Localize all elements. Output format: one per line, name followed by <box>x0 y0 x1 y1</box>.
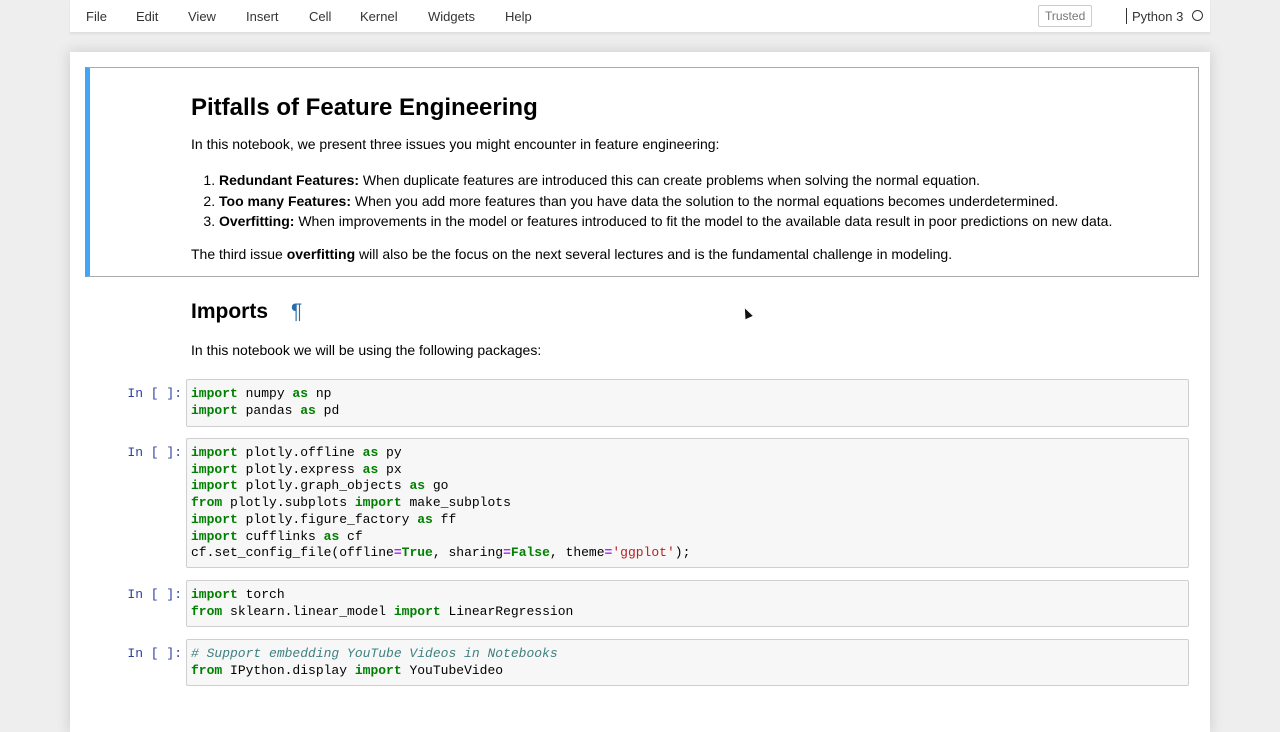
code-token: YouTubeVideo <box>401 662 504 678</box>
code-token: import <box>354 662 402 678</box>
code-token: make_subplots <box>401 495 511 511</box>
cell-prompt: In [ ]: <box>127 445 182 460</box>
menu-insert[interactable]: Insert <box>246 9 279 24</box>
menu-edit[interactable]: Edit <box>136 9 158 24</box>
code-token: import <box>191 528 238 544</box>
code-line: from IPython.display import YouTubeVideo <box>191 663 503 680</box>
code-token: plotly.subplots <box>222 495 355 511</box>
code-token: from <box>191 495 223 511</box>
menu-bar: File Edit View Insert Cell Kernel Widget… <box>70 0 1210 33</box>
code-cell-plotly[interactable]: import plotly.offline as py import plotl… <box>186 438 1189 568</box>
code-token: import <box>191 478 238 494</box>
code-token: numpy <box>237 386 293 401</box>
list-item: Overfitting: When improvements in the mo… <box>219 211 1112 232</box>
menu-kernel[interactable]: Kernel <box>360 9 398 24</box>
code-line: import plotly.express as px <box>191 462 402 479</box>
code-token: pandas <box>237 402 301 418</box>
code-line: from plotly.subplots import make_subplot… <box>191 495 511 512</box>
code-token: # Support embedding YouTube Videos in No… <box>191 646 558 661</box>
notebook-title: Pitfalls of Feature Engineering <box>191 94 538 121</box>
code-token: as <box>362 461 379 477</box>
code-token: plotly.graph_objects <box>237 478 410 494</box>
anchor-link-icon[interactable]: ¶ <box>291 300 302 324</box>
list-item: Redundant Features: When duplicate featu… <box>219 170 1112 191</box>
code-token: LinearRegression <box>440 603 574 619</box>
code-token: False <box>510 545 550 561</box>
code-token: as <box>292 386 309 401</box>
menu-file[interactable]: File <box>86 9 107 24</box>
menu-cell[interactable]: Cell <box>309 9 331 24</box>
code-token: np <box>308 386 332 401</box>
code-token: as <box>362 445 379 460</box>
code-token: import <box>393 603 441 619</box>
code-token: from <box>191 662 223 678</box>
trusted-indicator[interactable]: Trusted <box>1038 5 1093 27</box>
code-token: torch <box>237 587 285 602</box>
code-token: = <box>503 545 511 561</box>
code-token: import <box>191 386 238 401</box>
markdown-cell-intro[interactable]: Pitfalls of Feature Engineering In this … <box>85 67 1199 277</box>
kernel-idle-icon <box>1192 10 1203 21</box>
code-line: # Support embedding YouTube Videos in No… <box>191 646 558 663</box>
code-token: plotly.offline <box>237 445 363 460</box>
code-token: as <box>417 511 433 527</box>
code-line: import pandas as pd <box>191 403 339 420</box>
intro-closing: The third issue overfitting will also be… <box>191 246 953 262</box>
code-cell-numpy-pandas[interactable]: import numpy as np import pandas as pd <box>186 379 1189 427</box>
code-line: import cufflinks as cf <box>191 529 363 546</box>
code-line: import numpy as np <box>191 386 331 403</box>
code-cell-torch-sklearn[interactable]: import torch from sklearn.linear_model i… <box>186 580 1189 627</box>
code-token: from <box>191 603 223 619</box>
menu-view[interactable]: View <box>188 9 216 24</box>
code-token: import <box>191 587 238 602</box>
code-line: import plotly.graph_objects as go <box>191 478 448 495</box>
code-token: cf.set_config_file(offline <box>191 545 394 561</box>
code-token: import <box>354 495 402 511</box>
code-token: True <box>401 545 433 561</box>
code-token: py <box>378 445 402 460</box>
code-token: 'ggplot' <box>612 545 675 561</box>
code-line: import plotly.offline as py <box>191 445 402 462</box>
code-line: from sklearn.linear_model import LinearR… <box>191 604 573 621</box>
imports-subtitle: In this notebook we will be using the fo… <box>191 342 542 358</box>
code-token: , sharing <box>432 545 504 561</box>
code-token: sklearn.linear_model <box>222 603 394 619</box>
list-item: Too many Features: When you add more fea… <box>219 191 1112 212</box>
code-token: cufflinks <box>237 528 324 544</box>
code-token: plotly.figure_factory <box>237 511 418 527</box>
menu-help[interactable]: Help <box>505 9 532 24</box>
code-line: cf.set_config_file(offline=True, sharing… <box>191 545 690 562</box>
menu-widgets[interactable]: Widgets <box>428 9 475 24</box>
cell-prompt: In [ ]: <box>127 386 182 401</box>
notebook-page: Pitfalls of Feature Engineering In this … <box>70 52 1210 732</box>
code-token: plotly.express <box>237 461 363 477</box>
code-cell-youtube[interactable]: # Support embedding YouTube Videos in No… <box>186 639 1189 686</box>
code-token: go <box>425 478 449 494</box>
code-token: ); <box>674 545 691 561</box>
code-token: IPython.display <box>222 662 355 678</box>
issues-list: Redundant Features: When duplicate featu… <box>191 170 1112 232</box>
code-token: cf <box>339 528 363 544</box>
code-line: import torch <box>191 587 285 604</box>
code-line: import plotly.figure_factory as ff <box>191 512 456 529</box>
kernel-name[interactable]: Python 3 <box>1132 9 1183 24</box>
code-token: px <box>378 461 402 477</box>
code-token: import <box>191 445 238 460</box>
cell-prompt: In [ ]: <box>127 646 182 661</box>
cell-prompt: In [ ]: <box>127 587 182 602</box>
code-token: = <box>393 545 402 561</box>
imports-title: Imports <box>191 300 269 323</box>
code-token: pd <box>315 402 340 418</box>
code-token: import <box>191 511 238 527</box>
code-token: as <box>323 528 340 544</box>
code-token: as <box>300 402 316 418</box>
code-token: ff <box>432 511 457 527</box>
code-token: , theme <box>549 545 605 561</box>
code-token: import <box>191 402 238 418</box>
code-token: import <box>191 461 238 477</box>
kernel-separator <box>1126 8 1127 24</box>
imports-heading: Imports ¶ <box>191 300 302 324</box>
code-token: as <box>409 478 426 494</box>
intro-lead: In this notebook, we present three issue… <box>191 136 720 152</box>
